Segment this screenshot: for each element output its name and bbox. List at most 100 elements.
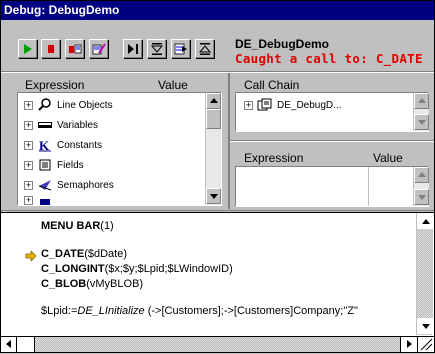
- tree-item-variables[interactable]: + Variables: [24, 115, 98, 135]
- expression-column-header[interactable]: Expression: [25, 78, 84, 92]
- toolbar-divider-highlight: [1, 72, 434, 73]
- scroll-thumb[interactable]: [206, 109, 221, 129]
- window-title[interactable]: Debug: DebugDemo: [1, 1, 434, 20]
- watch-value-header[interactable]: Value: [373, 151, 403, 165]
- expand-icon[interactable]: +: [24, 100, 33, 110]
- code-args: ($dDate): [84, 248, 127, 260]
- edit-button[interactable]: [89, 39, 108, 58]
- debug-window: Debug: DebugDemo DE_DebugDemo Caught a c…: [0, 0, 435, 353]
- magnifier-icon: [37, 98, 53, 112]
- up-arrow-icon: [418, 172, 426, 177]
- column-separator: [368, 167, 369, 206]
- code-args: ($x;$y;$Lpid;$LWindowID): [104, 263, 233, 275]
- scroll-down-button[interactable]: [414, 114, 429, 130]
- variables-icon: [37, 118, 53, 132]
- call-chain-header: Call Chain: [244, 78, 300, 92]
- green-play-icon: [24, 44, 32, 54]
- expand-icon[interactable]: +: [24, 180, 33, 190]
- watch-expression-header[interactable]: Expression: [244, 151, 303, 165]
- status-message: Caught a call to: C_DATE: [235, 51, 423, 66]
- no-trace-button[interactable]: [18, 39, 37, 58]
- code-args: (->[Customers];->[Customers]Company;"Z": [144, 305, 358, 317]
- partial-icon: [37, 195, 53, 205]
- code-line-1: MENU BAR(1): [41, 220, 114, 232]
- call-chain-item-label: DE_DebugD...: [277, 99, 342, 111]
- tree-item-line-objects[interactable]: + Line Objects: [24, 95, 113, 115]
- down-arrow-icon: [418, 195, 426, 200]
- step-into-button[interactable]: [147, 39, 166, 58]
- code-method-call: DE_LInitialize: [77, 305, 145, 317]
- watch-scrollbar[interactable]: [413, 167, 429, 206]
- code-line-4: C_LONGINT($x;$y;$Lpid;$LWindowID): [41, 263, 233, 275]
- expand-icon[interactable]: +: [24, 120, 33, 130]
- step-out-button[interactable]: [195, 39, 214, 58]
- source-code-pane[interactable]: MENU BAR(1) C_DATE($dDate) C_LONGINT($x;…: [1, 212, 434, 352]
- up-arrow-icon: [210, 98, 218, 103]
- scroll-left-button[interactable]: [1, 337, 17, 352]
- call-chain-scrollbar[interactable]: [413, 93, 429, 131]
- down-arrow-icon: [210, 194, 218, 199]
- resize-grip-icon: [420, 338, 433, 351]
- resize-grip[interactable]: [417, 336, 434, 352]
- call-chain-item[interactable]: + DE_DebugD...: [244, 95, 341, 115]
- expand-icon[interactable]: +: [24, 160, 33, 170]
- scroll-down-button[interactable]: [206, 188, 221, 204]
- semaphore-flag-icon: [37, 178, 53, 192]
- expression-scrollbar[interactable]: [205, 93, 221, 205]
- svg-text:K: K: [39, 138, 50, 152]
- scroll-up-button[interactable]: [417, 213, 433, 229]
- down-arrow-icon: [418, 120, 426, 125]
- tree-item-label: Fields: [57, 159, 84, 171]
- scroll-down-button[interactable]: [417, 318, 433, 334]
- source-horizontal-scrollbar[interactable]: [1, 336, 417, 352]
- code-line-7: $Lpid:=DE_LInitialize (->[Customers];->[…: [41, 305, 358, 317]
- tree-item-label: Variables: [57, 119, 98, 131]
- down-arrow-icon: [422, 324, 430, 329]
- tree-item-partial: +: [24, 195, 57, 205]
- process-name: DE_DebugDemo: [235, 37, 330, 51]
- scroll-down-button[interactable]: [414, 189, 429, 205]
- expression-list: + Line Objects + Variables + K Constants…: [17, 92, 222, 206]
- constants-k-icon: K: [37, 138, 53, 153]
- tree-item-label: Semaphores: [57, 179, 114, 191]
- source-divider: [1, 210, 434, 211]
- code-args: (1): [100, 220, 114, 232]
- expand-icon[interactable]: +: [244, 100, 253, 110]
- code-keyword: C_LONGINT: [41, 263, 105, 275]
- abort-edit-icon: [69, 44, 82, 54]
- tree-item-semaphores[interactable]: + Semaphores: [24, 175, 114, 195]
- step-over-icon: [128, 44, 138, 54]
- code-keyword: MENU BAR: [41, 220, 101, 232]
- expand-icon: +: [24, 195, 33, 205]
- source-vertical-scrollbar[interactable]: [416, 213, 433, 335]
- pane-divider-highlight: [230, 141, 434, 142]
- code-args: (vMyBLOB): [86, 278, 144, 290]
- up-arrow-icon: [422, 219, 430, 224]
- step-over-button[interactable]: [123, 39, 142, 58]
- scroll-up-button[interactable]: [414, 93, 429, 109]
- scroll-up-button[interactable]: [206, 93, 221, 109]
- expand-icon[interactable]: +: [24, 140, 33, 150]
- scroll-up-button[interactable]: [414, 167, 429, 183]
- current-line-arrow-icon: [25, 251, 37, 261]
- code-keyword: C_BLOB: [41, 278, 87, 290]
- code-line-3-current: C_DATE($dDate): [41, 248, 127, 260]
- abort-button[interactable]: [41, 39, 60, 58]
- red-stop-icon: [48, 45, 54, 53]
- edit-pencil-icon: [92, 43, 106, 55]
- right-arrow-icon: [407, 340, 412, 348]
- value-column-header[interactable]: Value: [158, 78, 188, 92]
- custom-watch-list[interactable]: [235, 166, 429, 207]
- scroll-right-button[interactable]: [400, 337, 417, 352]
- step-out-icon: [198, 43, 212, 55]
- scroll-thumb[interactable]: [17, 337, 35, 352]
- tree-item-constants[interactable]: + K Constants: [24, 135, 102, 155]
- tree-item-fields[interactable]: + Fields: [24, 155, 84, 175]
- method-icon: [257, 98, 273, 112]
- tree-item-label: Line Objects: [57, 99, 113, 111]
- abort-and-edit-button[interactable]: [65, 39, 84, 58]
- trace-into-button[interactable]: [171, 39, 190, 58]
- tree-item-label: Constants: [57, 139, 103, 151]
- fields-icon: [37, 158, 53, 172]
- code-line-5: C_BLOB(vMyBLOB): [41, 278, 143, 290]
